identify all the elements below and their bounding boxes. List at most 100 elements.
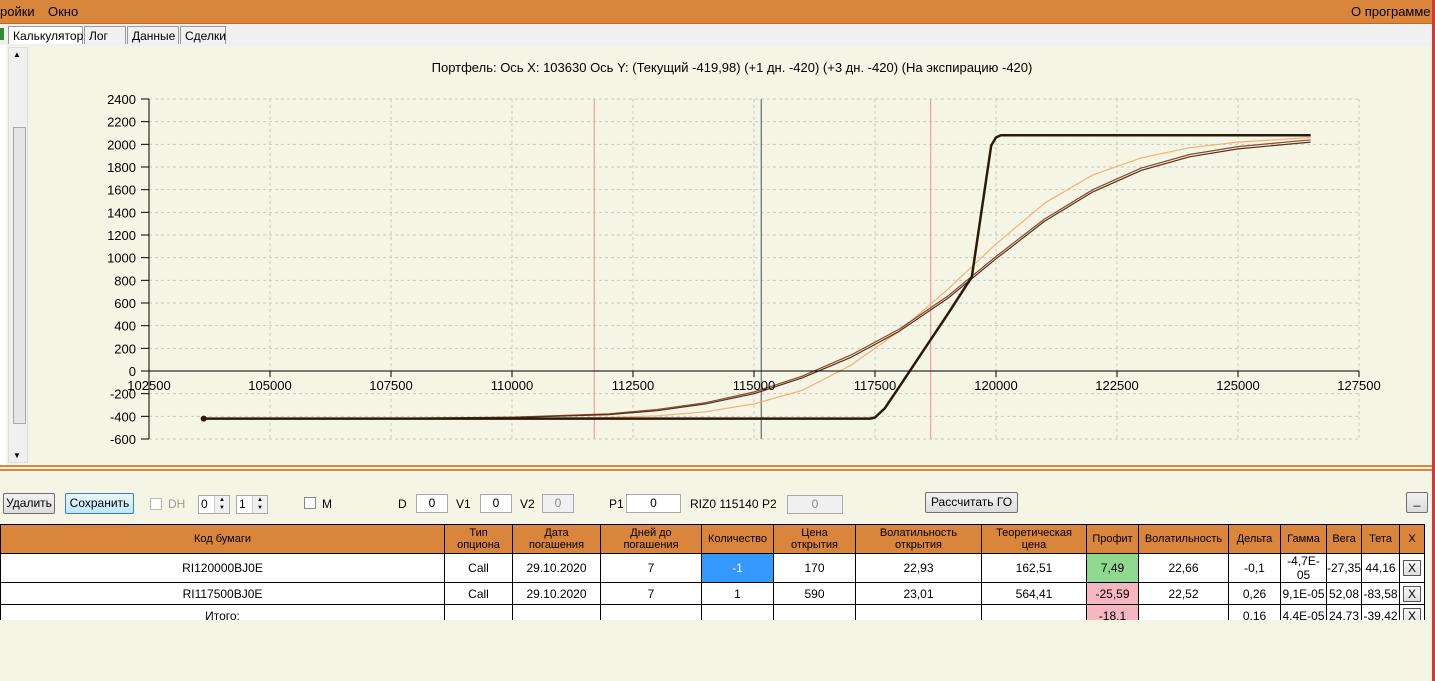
tick-label-x: 115000 <box>733 378 775 393</box>
dh-label: DH <box>168 497 186 511</box>
tick-label-x: 105000 <box>248 378 291 393</box>
delete-button[interactable]: Удалить <box>3 493 55 514</box>
menu-settings[interactable]: ройки <box>0 4 35 19</box>
column-header[interactable]: Дата погашения <box>512 524 601 554</box>
column-header[interactable]: Вега <box>1325 524 1363 554</box>
table-cell: Call <box>444 582 513 605</box>
column-header[interactable]: Тип опциона <box>444 524 513 554</box>
table-cell: 9,1E-05 <box>1280 582 1327 605</box>
spin-0-value: 0 <box>201 497 208 511</box>
menu-window[interactable]: Окно <box>48 4 78 19</box>
table-cell: 23,01 <box>855 582 982 605</box>
table-cell: 22,93 <box>855 553 982 583</box>
p2-label: P2 <box>762 497 777 511</box>
table-cell: RI120000BJ0E <box>0 553 445 583</box>
tick-label-y: 600 <box>114 296 136 311</box>
calculate-go-button[interactable]: Рассчитать ГО <box>925 492 1018 513</box>
tick-label-x: 117500 <box>854 378 896 393</box>
column-header[interactable]: Гамма <box>1280 524 1327 554</box>
column-header[interactable]: Теоретическая цена <box>981 524 1087 554</box>
tab-bar: Калькулятор Лог Данные Сделки <box>0 24 1435 46</box>
minimize-button[interactable]: _ <box>1406 492 1428 513</box>
payoff-chart: Портфель: Ось X: 103630 Ось Y: (Текущий … <box>107 60 1381 447</box>
column-header[interactable]: Количество <box>701 524 774 554</box>
remove-row-cell[interactable]: X <box>1399 582 1426 605</box>
table-row[interactable]: RI120000BJ0E Call 29.10.2020 7 -1 170 22,93 162… <box>0 553 1426 583</box>
table-cell: RI117500BJ0E <box>0 582 445 605</box>
save-button[interactable]: Сохранить <box>65 493 134 514</box>
v2-field[interactable]: 0 <box>542 494 574 513</box>
column-header[interactable]: Профит <box>1086 524 1139 554</box>
table-cell: 162,51 <box>981 553 1087 583</box>
menu-about[interactable]: О программе <box>1351 4 1431 19</box>
panel-splitter[interactable] <box>0 465 1435 471</box>
tick-label-x: 125000 <box>1216 378 1259 393</box>
tab-deals[interactable]: Сделки <box>180 26 226 44</box>
v1-field[interactable]: 0 <box>480 494 512 513</box>
table-cell: 564,41 <box>981 582 1087 605</box>
empty-area <box>0 620 1430 681</box>
scrollbar-thumb[interactable] <box>13 127 26 424</box>
m-label: M <box>322 497 332 511</box>
tick-label-y: 400 <box>114 319 136 334</box>
table-cell: 170 <box>773 553 856 583</box>
scroll-down-icon[interactable]: ▼ <box>13 451 21 460</box>
payoff-series-line <box>203 139 1311 420</box>
table-cell: -27,35 <box>1325 553 1363 583</box>
d-label: D <box>398 497 407 511</box>
dh-checkbox[interactable] <box>150 498 162 510</box>
tick-label-y: 1800 <box>107 160 136 175</box>
table-header-row: Код бумаги Тип опциона Дата погашения Дней … <box>0 524 1426 554</box>
chart-panel: Портфель: Ось X: 103630 Ось Y: (Текущий … <box>29 47 1432 463</box>
tab-calculator[interactable]: Калькулятор <box>8 26 83 44</box>
scroll-up-icon[interactable]: ▲ <box>13 50 21 59</box>
tab-data[interactable]: Данные <box>127 26 179 44</box>
tick-label-x: 110000 <box>491 378 533 393</box>
tick-label-y: 800 <box>114 273 136 288</box>
table-cell[interactable]: 1 <box>701 582 774 605</box>
column-header[interactable]: X <box>1399 524 1426 554</box>
spin-arrows-icon[interactable]: ▲ ▼ <box>252 496 267 513</box>
riz-label: RIZ0 115140 <box>690 497 759 511</box>
tab-log[interactable]: Лог <box>84 26 126 44</box>
table-cell: 590 <box>773 582 856 605</box>
tick-label-y: -600 <box>110 432 136 447</box>
tick-label-y: 0 <box>129 364 136 379</box>
column-header[interactable]: Код бумаги <box>0 524 445 554</box>
table-cell: 29.10.2020 <box>512 582 601 605</box>
spin-arrows-icon[interactable]: ▲ ▼ <box>214 496 229 513</box>
tick-label-y: 2200 <box>107 115 136 130</box>
spin-1-value: 1 <box>239 497 246 511</box>
table-cell: -4,7E-05 <box>1280 553 1327 583</box>
table-cell: 22,66 <box>1138 553 1229 583</box>
spin-1[interactable]: 1 ▲ ▼ <box>236 495 268 514</box>
v1-label: V1 <box>456 497 471 511</box>
column-header[interactable]: Дней до погашения <box>600 524 702 554</box>
tick-label-x: 112500 <box>612 378 654 393</box>
column-header[interactable]: Тета <box>1361 524 1401 554</box>
remove-row-button[interactable]: X <box>1403 560 1422 576</box>
table-cell: -83,58 <box>1361 582 1401 605</box>
tick-label-y: -400 <box>110 409 136 424</box>
column-header[interactable]: Волатильность <box>1138 524 1229 554</box>
column-header[interactable]: Волатильность открытия <box>855 524 982 554</box>
m-checkbox[interactable] <box>304 497 316 509</box>
table-cell: 44,16 <box>1361 553 1401 583</box>
start-point-marker <box>200 415 207 422</box>
spin-0[interactable]: 0 ▲ ▼ <box>198 495 230 514</box>
table-cell: 7 <box>600 582 702 605</box>
tick-label-x: 127500 <box>1337 378 1380 393</box>
p1-label: P1 <box>609 497 624 511</box>
remove-row-cell[interactable]: X <box>1399 553 1426 583</box>
table-cell[interactable]: -1 <box>701 553 774 583</box>
column-header[interactable]: Дельта <box>1228 524 1281 554</box>
status-indicator <box>0 28 4 40</box>
column-header[interactable]: Цена открытия <box>773 524 856 554</box>
p2-field[interactable]: 0 <box>787 495 843 514</box>
table-row[interactable]: RI117500BJ0E Call 29.10.2020 7 1 590 23,01 564,… <box>0 582 1426 605</box>
d-field[interactable]: 0 <box>416 494 448 513</box>
menu-bar: ройки Окно О программе <box>0 0 1435 24</box>
p1-field[interactable]: 0 <box>626 494 681 513</box>
left-panel-edge <box>0 45 6 465</box>
remove-row-button[interactable]: X <box>1403 585 1422 602</box>
